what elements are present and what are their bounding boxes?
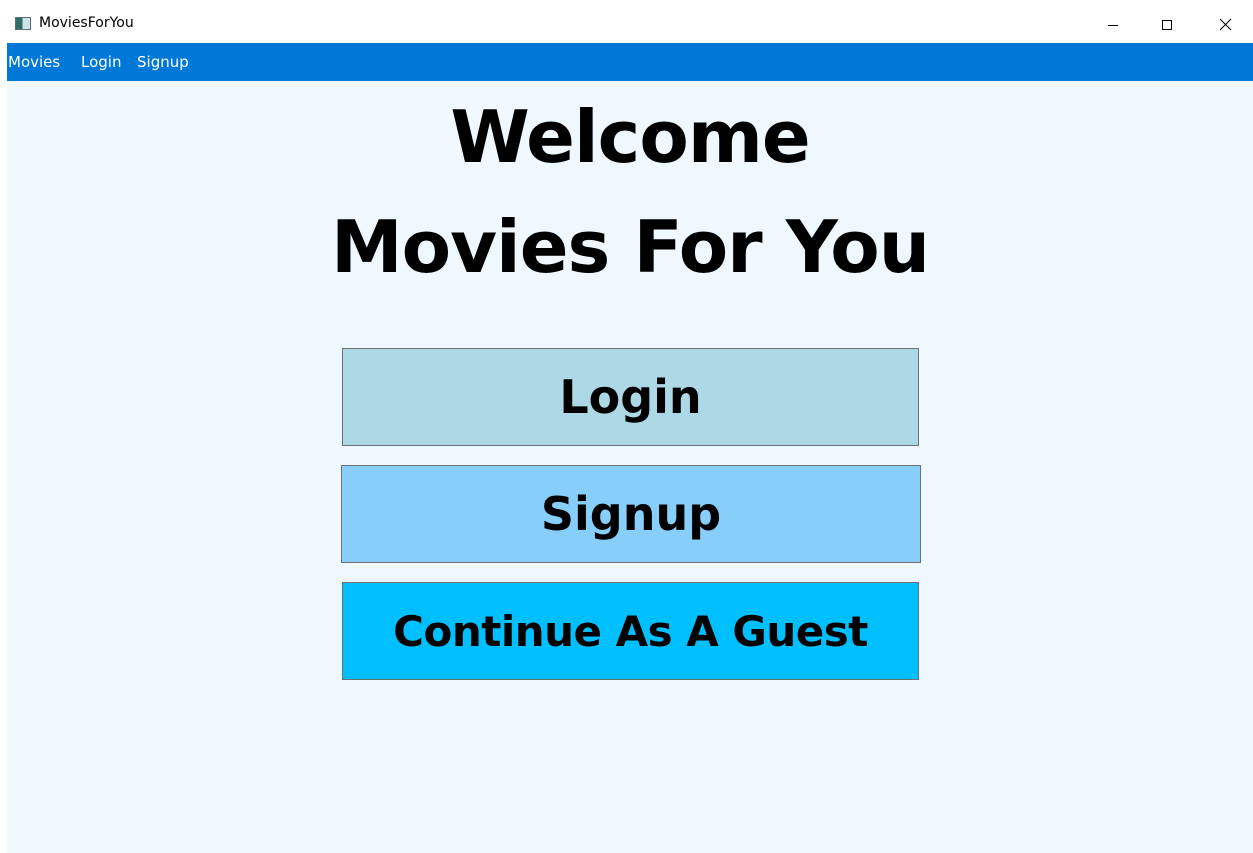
maximize-icon (1162, 19, 1172, 30)
close-button[interactable] (1202, 6, 1248, 43)
app-window-icon (15, 17, 31, 30)
menu-item-movies[interactable]: Movies (8, 53, 60, 71)
continue-as-guest-button[interactable]: Continue As A Guest (342, 582, 919, 680)
menu-item-login[interactable]: Login (81, 53, 121, 71)
maximize-button[interactable] (1144, 6, 1190, 43)
title-bar[interactable]: MoviesForYou (0, 6, 1253, 43)
window-title: MoviesForYou (39, 15, 134, 31)
menu-bar: Movies Login Signup (7, 43, 1253, 81)
main-content: Welcome Movies For You Login Signup Cont… (7, 81, 1253, 853)
login-button[interactable]: Login (342, 348, 919, 446)
brand-heading: Movies For You (330, 205, 930, 289)
signup-button[interactable]: Signup (341, 465, 921, 563)
welcome-heading: Welcome (450, 95, 810, 179)
menu-item-signup[interactable]: Signup (137, 53, 189, 71)
minimize-button[interactable] (1090, 6, 1136, 43)
app-window: MoviesForYou Movies Login Signup Welcome… (0, 0, 1253, 853)
close-icon (1219, 18, 1231, 31)
minimize-icon (1108, 24, 1118, 26)
